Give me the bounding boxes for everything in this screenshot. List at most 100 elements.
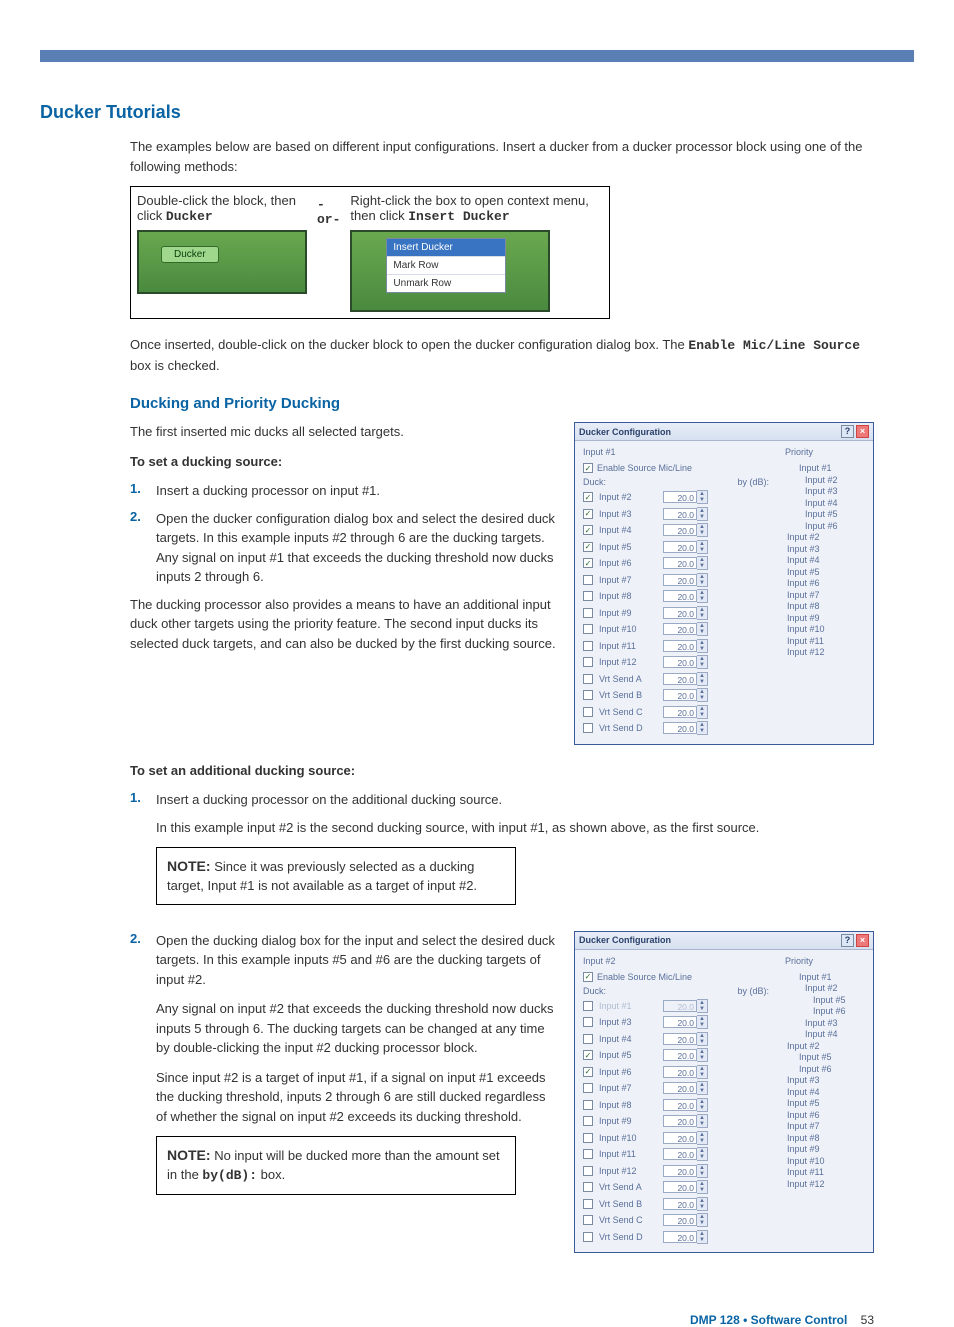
duck-checkbox[interactable] xyxy=(583,707,593,717)
spinner-down-icon[interactable]: ▼ xyxy=(697,679,707,685)
spinner-down-icon[interactable]: ▼ xyxy=(697,1138,707,1144)
duck-checkbox[interactable]: ✓ xyxy=(583,1067,593,1077)
spinner-down-icon[interactable]: ▼ xyxy=(697,530,707,536)
duck-checkbox[interactable] xyxy=(583,624,593,634)
duck-checkbox[interactable]: ✓ xyxy=(583,1050,593,1060)
duck-spinner-value[interactable]: 20.0 xyxy=(663,1000,697,1012)
duck-checkbox[interactable] xyxy=(583,723,593,733)
duck-spinner-value[interactable]: 20.0 xyxy=(663,1165,697,1177)
duck-spinner[interactable]: 20.0 ▲▼ xyxy=(663,1180,708,1194)
context-menu-mark-row[interactable]: Mark Row xyxy=(387,257,505,275)
enable-source-checkbox[interactable]: ✓ xyxy=(583,972,593,982)
duck-spinner[interactable]: 20.0 ▲▼ xyxy=(663,1065,708,1079)
duck-spinner-value[interactable]: 20.0 xyxy=(663,623,697,635)
spinner-down-icon[interactable]: ▼ xyxy=(697,580,707,586)
duck-checkbox[interactable] xyxy=(583,657,593,667)
duck-spinner-value[interactable]: 20.0 xyxy=(663,1049,697,1061)
duck-spinner[interactable]: 20.0 ▲▼ xyxy=(663,507,708,521)
duck-spinner[interactable]: 20.0 ▲▼ xyxy=(663,606,708,620)
duck-spinner[interactable]: 20.0 ▲▼ xyxy=(663,655,708,669)
spinner-down-icon[interactable]: ▼ xyxy=(697,662,707,668)
duck-spinner[interactable]: 20.0 ▲▼ xyxy=(663,721,708,735)
duck-spinner[interactable]: 20.0 ▲▼ xyxy=(663,1114,708,1128)
enable-source-checkbox[interactable]: ✓ xyxy=(583,463,593,473)
duck-checkbox[interactable] xyxy=(583,1017,593,1027)
duck-spinner[interactable]: 20.0 ▲▼ xyxy=(663,490,708,504)
duck-spinner-value[interactable]: 20.0 xyxy=(663,1148,697,1160)
spinner-down-icon[interactable]: ▼ xyxy=(697,728,707,734)
spinner-down-icon[interactable]: ▼ xyxy=(697,563,707,569)
spinner-down-icon[interactable]: ▼ xyxy=(697,1072,707,1078)
duck-spinner-value[interactable]: 20.0 xyxy=(663,508,697,520)
duck-spinner-value[interactable]: 20.0 xyxy=(663,541,697,553)
duck-spinner[interactable]: 20.0 ▲▼ xyxy=(663,589,708,603)
context-menu-insert-ducker[interactable]: Insert Ducker xyxy=(387,239,505,257)
duck-checkbox[interactable] xyxy=(583,1133,593,1143)
duck-checkbox[interactable]: ✓ xyxy=(583,542,593,552)
spinner-down-icon[interactable]: ▼ xyxy=(697,1006,707,1012)
spinner-down-icon[interactable]: ▼ xyxy=(697,1121,707,1127)
close-button[interactable]: × xyxy=(856,934,869,947)
spinner-down-icon[interactable]: ▼ xyxy=(697,514,707,520)
spinner-down-icon[interactable]: ▼ xyxy=(697,629,707,635)
help-button[interactable]: ? xyxy=(841,934,854,947)
spinner-down-icon[interactable]: ▼ xyxy=(697,1204,707,1210)
duck-spinner[interactable]: 20.0 ▲▼ xyxy=(663,639,708,653)
duck-spinner[interactable]: 20.0 ▲▼ xyxy=(663,1015,708,1029)
duck-spinner-value[interactable]: 20.0 xyxy=(663,524,697,536)
duck-spinner-value[interactable]: 20.0 xyxy=(663,706,697,718)
help-button[interactable]: ? xyxy=(841,425,854,438)
spinner-down-icon[interactable]: ▼ xyxy=(697,695,707,701)
spinner-down-icon[interactable]: ▼ xyxy=(697,1154,707,1160)
duck-spinner-value[interactable]: 20.0 xyxy=(663,1132,697,1144)
duck-spinner-value[interactable]: 20.0 xyxy=(663,590,697,602)
spinner-down-icon[interactable]: ▼ xyxy=(697,613,707,619)
duck-spinner-value[interactable]: 20.0 xyxy=(663,1082,697,1094)
duck-spinner-value[interactable]: 20.0 xyxy=(663,607,697,619)
spinner-down-icon[interactable]: ▼ xyxy=(697,1237,707,1243)
duck-spinner[interactable]: 20.0 ▲▼ xyxy=(663,1213,708,1227)
spinner-down-icon[interactable]: ▼ xyxy=(697,712,707,718)
duck-spinner[interactable]: 20.0 ▲▼ xyxy=(663,672,708,686)
duck-spinner-value[interactable]: 20.0 xyxy=(663,640,697,652)
duck-spinner[interactable]: 20.0 ▲▼ xyxy=(663,540,708,554)
duck-checkbox[interactable] xyxy=(583,1034,593,1044)
duck-checkbox[interactable] xyxy=(583,1083,593,1093)
duck-spinner-value[interactable]: 20.0 xyxy=(663,656,697,668)
spinner-down-icon[interactable]: ▼ xyxy=(697,1171,707,1177)
spinner-down-icon[interactable]: ▼ xyxy=(697,1039,707,1045)
spinner-down-icon[interactable]: ▼ xyxy=(697,1187,707,1193)
duck-checkbox[interactable] xyxy=(583,674,593,684)
duck-spinner[interactable]: 20.0 ▲▼ xyxy=(663,573,708,587)
duck-checkbox[interactable] xyxy=(583,591,593,601)
duck-spinner[interactable]: 20.0 ▲▼ xyxy=(663,523,708,537)
duck-spinner[interactable]: 20.0 ▲▼ xyxy=(663,1098,708,1112)
spinner-down-icon[interactable]: ▼ xyxy=(697,1105,707,1111)
duck-spinner-value[interactable]: 20.0 xyxy=(663,673,697,685)
duck-spinner-value[interactable]: 20.0 xyxy=(663,491,697,503)
duck-checkbox[interactable] xyxy=(583,1182,593,1192)
duck-checkbox[interactable] xyxy=(583,608,593,618)
duck-spinner-value[interactable]: 20.0 xyxy=(663,1033,697,1045)
duck-checkbox[interactable] xyxy=(583,1001,593,1011)
duck-spinner[interactable]: 20.0 ▲▼ xyxy=(663,556,708,570)
duck-spinner[interactable]: 20.0 ▲▼ xyxy=(663,999,708,1013)
duck-checkbox[interactable]: ✓ xyxy=(583,525,593,535)
duck-checkbox[interactable] xyxy=(583,1199,593,1209)
duck-spinner[interactable]: 20.0 ▲▼ xyxy=(663,1048,708,1062)
duck-spinner-value[interactable]: 20.0 xyxy=(663,1016,697,1028)
duck-checkbox[interactable] xyxy=(583,575,593,585)
duck-spinner-value[interactable]: 20.0 xyxy=(663,1198,697,1210)
duck-spinner-value[interactable]: 20.0 xyxy=(663,1231,697,1243)
close-button[interactable]: × xyxy=(856,425,869,438)
spinner-down-icon[interactable]: ▼ xyxy=(697,497,707,503)
duck-spinner[interactable]: 20.0 ▲▼ xyxy=(663,1230,708,1244)
duck-checkbox[interactable] xyxy=(583,690,593,700)
duck-checkbox[interactable] xyxy=(583,1116,593,1126)
spinner-down-icon[interactable]: ▼ xyxy=(697,547,707,553)
duck-spinner[interactable]: 20.0 ▲▼ xyxy=(663,688,708,702)
duck-spinner-value[interactable]: 20.0 xyxy=(663,1115,697,1127)
duck-spinner[interactable]: 20.0 ▲▼ xyxy=(663,1131,708,1145)
spinner-down-icon[interactable]: ▼ xyxy=(697,1022,707,1028)
duck-spinner[interactable]: 20.0 ▲▼ xyxy=(663,705,708,719)
